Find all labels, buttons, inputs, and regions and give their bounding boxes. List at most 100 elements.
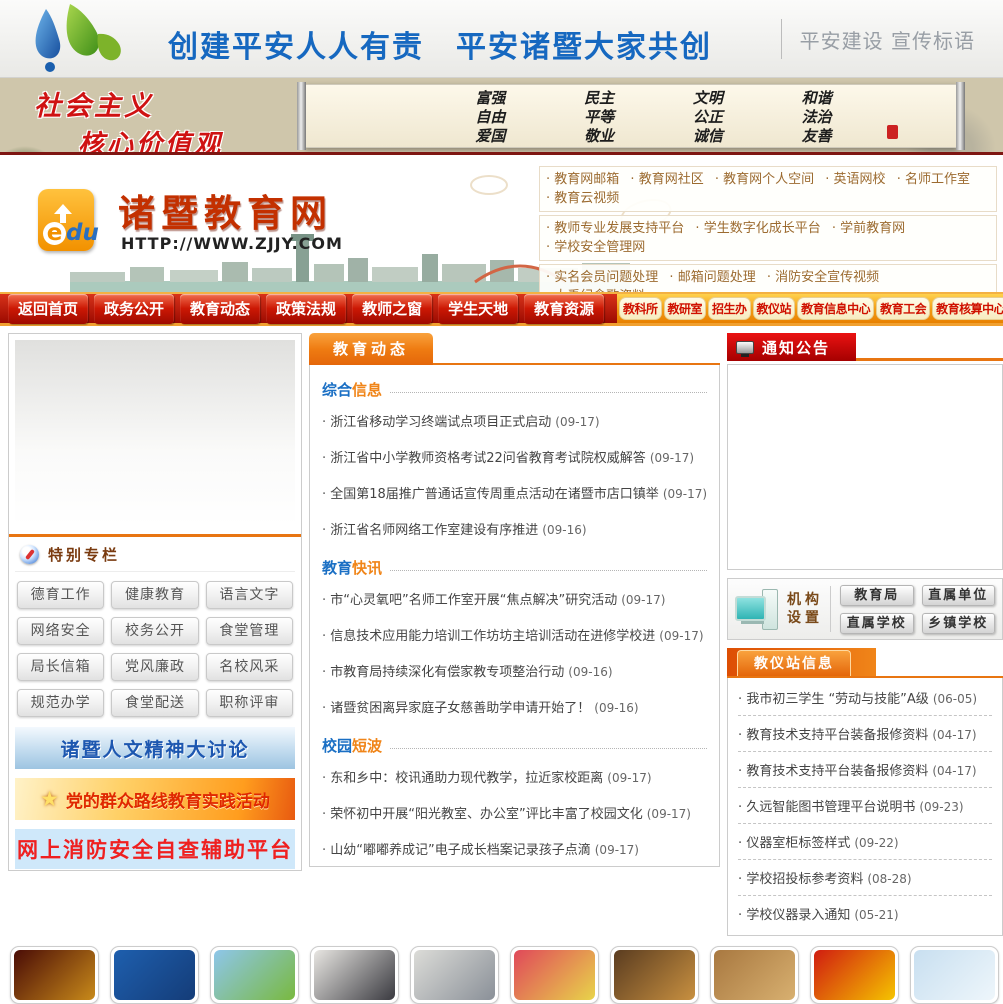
nav-policy-law[interactable]: 政策法规 (266, 293, 347, 324)
news-item[interactable]: 市教育局持续深化有偿家教专项整治行动(09-16) (322, 653, 707, 689)
party-emblem-icon: ★ (40, 787, 59, 811)
leaf-logo-icon (35, 4, 121, 72)
special-link[interactable]: 语言文字 (205, 581, 293, 609)
header-link[interactable]: 消防安全宣传视频 (767, 268, 879, 287)
special-link[interactable]: 网络安全 (17, 617, 105, 645)
special-link[interactable]: 职称评审 (205, 689, 293, 717)
nav-edu-resources[interactable]: 教育资源 (524, 293, 605, 324)
nav-home[interactable]: 返回首页 (8, 293, 89, 324)
subnav-teaching-research-office[interactable]: 教研室 (663, 297, 707, 320)
subnav-edu-accounting-center[interactable]: 教育核算中心 (932, 297, 1003, 320)
scroll-roller (297, 82, 306, 150)
header-link[interactable]: 英语网校 (825, 170, 886, 189)
special-link[interactable]: 校务公开 (111, 617, 199, 645)
news-item[interactable]: 信息技术应用能力培训工作坊坊主培训活动在进修学校进(09-17) (322, 617, 707, 653)
header-link[interactable]: 名师工作室 (897, 170, 970, 189)
nav-edu-dynamics[interactable]: 教育动态 (180, 293, 261, 324)
header-link[interactable]: 教育云视频 (546, 189, 619, 208)
station-item[interactable]: 仪器室柜标签样式(09-22) (738, 824, 993, 860)
news-item[interactable]: 浙江省名师网络工作室建设有序推进(09-16) (322, 511, 707, 547)
notice-list-placeholder (727, 364, 1003, 570)
special-link[interactable]: 名校风采 (205, 653, 293, 681)
thumbnail[interactable] (310, 946, 399, 1004)
thumbnail[interactable] (510, 946, 599, 1004)
news-item[interactable]: 荣怀初中开展“阳光教室、办公室”评比丰富了校园文化(09-17) (322, 795, 707, 831)
special-link[interactable]: 局长信箱 (17, 653, 105, 681)
top-banner-right: 平安建设 宣传标语 (780, 19, 975, 59)
edu-badge-icon[interactable]: e du (38, 189, 99, 251)
edu-dynamics-tabbar: 教育动态 (309, 333, 721, 365)
header-link[interactable]: 学校安全管理网 (546, 238, 645, 257)
special-link[interactable]: 健康教育 (111, 581, 199, 609)
site-url: HTTP://WWW.ZJJY.COM (121, 234, 343, 253)
special-link[interactable]: 德育工作 (17, 581, 105, 609)
site-title[interactable]: 诸暨教育网 (118, 183, 333, 237)
news-item[interactable]: 诸暨贫困离异家庭子女慈善助学申请开始了！(09-16) (322, 689, 707, 725)
special-link[interactable]: 食堂配送 (111, 689, 199, 717)
header-quick-links: 教育网邮箱 教育网社区 教育网个人空间 英语网校 名师工作室 教育云视频 教师专… (539, 166, 997, 292)
thumbnail[interactable] (910, 946, 999, 1004)
special-link[interactable]: 食堂管理 (205, 617, 293, 645)
thumbnail[interactable] (10, 946, 99, 1004)
news-item[interactable]: 东和乡中：校讯通助力现代教学，拉近家校距离(09-17) (322, 759, 707, 795)
banner-humanities-discussion[interactable]: 诸暨人文精神大讨论 (15, 727, 295, 769)
calligraphy-scroll: 富强 民主 文明 和谐 自由 平等 公正 法治 爱国 敬业 诚信 友善 (297, 82, 965, 150)
monitor-icon (736, 340, 755, 357)
special-link[interactable]: 规范办学 (17, 689, 105, 717)
org-structure-panel: 机构 设置 教育局 直属单位 直属学校 乡镇学校 (727, 578, 1003, 640)
divider (780, 19, 782, 59)
nav-student-world[interactable]: 学生天地 (438, 293, 519, 324)
core-values-words: 富强 民主 文明 和谐 自由 平等 公正 法治 爱国 敬业 诚信 友善 (475, 89, 832, 145)
header-link[interactable]: 教育网个人空间 (715, 170, 814, 189)
cloud-decoration-icon (470, 175, 508, 195)
subnav-edu-info-center[interactable]: 教育信息中心 (797, 297, 875, 320)
special-link[interactable]: 党风廉政 (111, 653, 199, 681)
thumbnail[interactable] (810, 946, 899, 1004)
news-item[interactable]: 浙江省移动学习终端试点项目正式启动(09-17) (322, 403, 707, 439)
header-link[interactable]: 学生数字化成长平台 (695, 219, 821, 238)
station-item[interactable]: 久远智能图书管理平台说明书(09-23) (738, 788, 993, 824)
station-item[interactable]: 我市初三学生 “劳动与技能”A级(06-05) (738, 680, 993, 716)
station-item[interactable]: 教育技术支持平台装备报修资料(04-17) (738, 752, 993, 788)
nav-teacher-window[interactable]: 教师之窗 (352, 293, 433, 324)
core-values-banner: 社会主义 核心价值观 富强 民主 文明 和谐 自由 平等 公正 法治 爱国 敬业… (0, 78, 1003, 155)
header-link[interactable]: 教育网社区 (630, 170, 704, 189)
thumbnail[interactable] (610, 946, 699, 1004)
org-btn-education-bureau[interactable]: 教育局 (840, 584, 914, 606)
banner-fire-safety-platform[interactable]: 网上消防安全自查辅助平台 (15, 829, 295, 869)
subnav-edu-science-institute[interactable]: 教科所 (619, 297, 662, 320)
station-item[interactable]: 学校招投标参考资料(08-28) (738, 860, 993, 896)
subnav-edu-labor-union[interactable]: 教育工会 (876, 297, 931, 320)
org-btn-township-schools[interactable]: 乡镇学校 (921, 612, 996, 634)
thumbnail[interactable] (210, 946, 299, 1004)
header-link-row: 教育网邮箱 教育网社区 教育网个人空间 英语网校 名师工作室 教育云视频 (539, 166, 997, 212)
tab-station-info[interactable]: 教仪站信息 (737, 650, 852, 676)
special-column-header: 特别专栏 (15, 537, 295, 572)
news-item[interactable]: 市“心灵氧吧”名师工作室开展“焦点解决”研究活动(09-17) (322, 581, 707, 617)
banner-party-mass-line[interactable]: ★ 党的群众路线教育实践活动 (15, 778, 295, 820)
header-link[interactable]: 实名会员问题处理 (546, 268, 658, 287)
thumbnail[interactable] (110, 946, 199, 1004)
org-btn-direct-schools[interactable]: 直属学校 (840, 612, 914, 634)
org-btn-direct-units[interactable]: 直属单位 (921, 584, 996, 606)
news-item[interactable]: 山幼“嘟嘟养成记”电子成长档案记录孩子点滴(09-17) (322, 831, 707, 866)
subnav-equipment-station[interactable]: 教仪站 (752, 297, 796, 320)
header-link[interactable]: 大禹纪念歌资料 (546, 287, 645, 292)
thumbnail[interactable] (710, 946, 799, 1004)
station-item[interactable]: 学校仪器录入通知(05-21) (738, 896, 992, 931)
nav-gov-disclosure[interactable]: 政务公开 (94, 293, 175, 324)
station-item[interactable]: 教育技术支持平台装备报修资料(04-17) (738, 716, 993, 752)
header-link[interactable]: 学前教育网 (832, 219, 905, 238)
tab-edu-dynamics[interactable]: 教育动态 (309, 333, 434, 365)
news-item[interactable]: 浙江省中小学教师资格考试22问省教育考试院权威解答(09-17) (322, 439, 707, 475)
header-link[interactable]: 教育网邮箱 (546, 170, 619, 189)
scroll-roller (956, 82, 965, 150)
subnav-admissions-office[interactable]: 招生办 (708, 297, 751, 320)
org-buttons: 教育局 直属单位 直属学校 乡镇学校 (840, 584, 996, 634)
org-structure-label: 机构 设置 (787, 592, 824, 626)
thumbnail[interactable] (410, 946, 499, 1004)
special-links-grid: 德育工作 健康教育 语言文字 网络安全 校务公开 食堂管理 局长信箱 党风廉政 … (15, 572, 295, 718)
header-link[interactable]: 教师专业发展支持平台 (546, 219, 684, 238)
header-link[interactable]: 邮箱问题处理 (669, 268, 756, 287)
news-item[interactable]: 全国第18届推广普通话宣传周重点活动在诸暨市店口镇举(09-17) (322, 475, 707, 511)
